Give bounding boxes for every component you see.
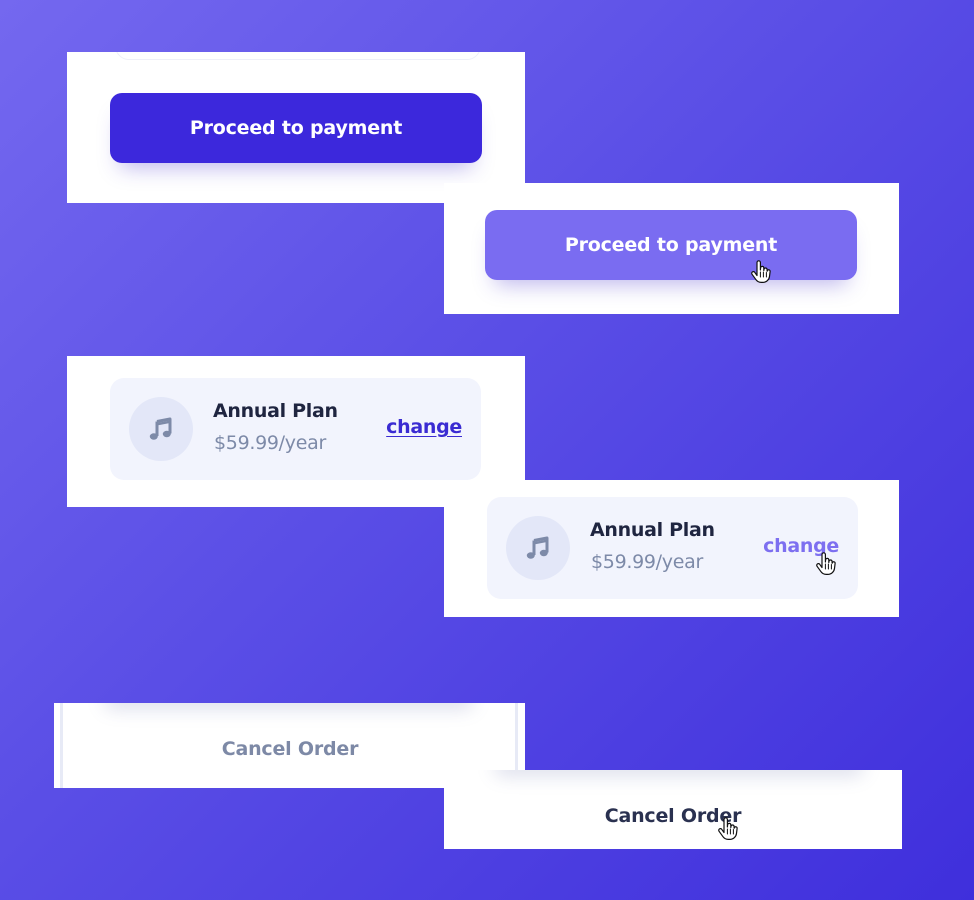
plan-price: $59.99/year — [214, 432, 326, 454]
cancel-order-button[interactable]: Cancel Order — [104, 725, 476, 773]
plan-name: Annual Plan — [213, 400, 338, 422]
cancel-order-button-hover[interactable]: Cancel Order — [487, 792, 859, 840]
plan-card-hover-panel: Annual Plan $59.99/year change — [444, 480, 899, 617]
music-note-icon — [129, 397, 193, 461]
proceed-button-hover-panel: Proceed to payment — [444, 183, 899, 314]
proceed-to-payment-button-hover[interactable]: Proceed to payment — [485, 210, 857, 280]
proceed-to-payment-button[interactable]: Proceed to payment — [110, 93, 482, 163]
plan-name: Annual Plan — [590, 519, 715, 541]
cancel-button-hover-panel: Cancel Order — [444, 770, 902, 849]
plan-card: Annual Plan $59.99/year change — [110, 378, 481, 480]
plan-card: Annual Plan $59.99/year change — [487, 497, 858, 599]
card-top-edge — [115, 52, 481, 60]
proceed-button-default-panel: Proceed to payment — [67, 52, 525, 203]
change-plan-link[interactable]: change — [386, 416, 462, 438]
music-note-icon — [506, 516, 570, 580]
change-plan-link-hover[interactable]: change — [763, 535, 839, 557]
plan-price: $59.99/year — [591, 551, 703, 573]
